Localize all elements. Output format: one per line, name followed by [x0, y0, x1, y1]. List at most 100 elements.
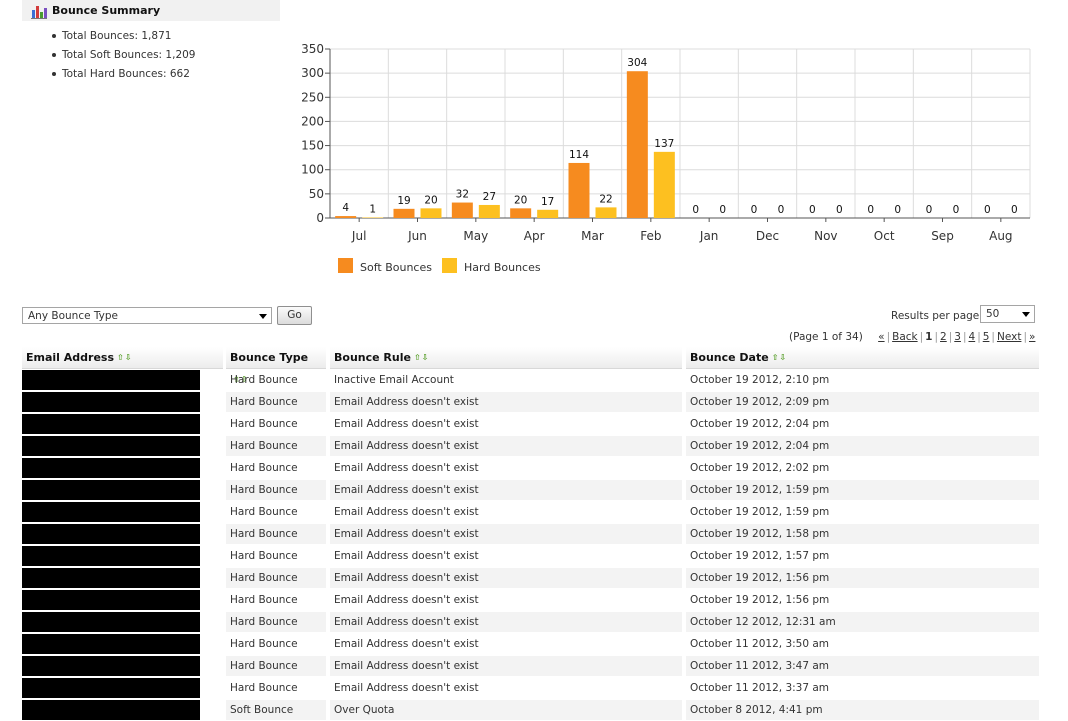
bar-value-label: 0: [778, 204, 785, 216]
bounce-type-cell: Hard Bounce: [226, 656, 326, 676]
bounce-date-cell: October 19 2012, 1:57 pm: [686, 546, 1039, 566]
bounce-rule-cell: Email Address doesn't exist: [330, 524, 682, 544]
back-link[interactable]: Back: [892, 331, 918, 343]
y-tick-label: 50: [309, 187, 324, 201]
email-address-cell-redacted: [22, 458, 200, 478]
page-link-3[interactable]: 3: [954, 331, 961, 343]
bounce-rule-cell: Email Address doesn't exist: [330, 502, 682, 522]
sort-arrows-icon[interactable]: ⇧⇩: [117, 347, 132, 369]
x-tick-label: May: [463, 229, 488, 243]
sort-arrows-icon[interactable]: ⇧⇩: [414, 347, 429, 369]
y-tick-label: 350: [301, 42, 324, 56]
bar-value-label: 0: [809, 204, 816, 216]
bounce-date-cell: October 11 2012, 3:37 am: [686, 678, 1039, 698]
x-tick-label: Jan: [699, 229, 719, 243]
column-header-bounce-type[interactable]: Bounce Type⇧⇩: [226, 347, 326, 369]
bounce-rule-cell: Email Address doesn't exist: [330, 458, 682, 478]
hard-bounce-bar: [654, 152, 675, 218]
bounce-type-cell: Hard Bounce: [226, 568, 326, 588]
bar-value-label: 0: [926, 204, 933, 216]
table-row: Hard BounceEmail Address doesn't existOc…: [22, 567, 1039, 589]
bar-value-label: 27: [483, 191, 496, 203]
hard-bounce-bar: [479, 205, 500, 218]
bounce-type-cell: Hard Bounce: [226, 480, 326, 500]
x-tick-label: Jun: [407, 229, 427, 243]
results-per-page-label: Results per page:: [891, 310, 983, 322]
table-row: Hard BounceEmail Address doesn't existOc…: [22, 523, 1039, 545]
bar-value-label: 0: [984, 204, 991, 216]
soft-bounce-bar: [627, 71, 648, 218]
bounce-date-cell: October 19 2012, 1:56 pm: [686, 568, 1039, 588]
dropdown-arrow-icon: [259, 314, 267, 319]
bounce-summary-header: Bounce Summary: [22, 0, 280, 21]
table-row: Hard BounceEmail Address doesn't existOc…: [22, 611, 1039, 633]
bar-value-label: 304: [627, 57, 647, 69]
x-tick-label: Jul: [351, 229, 366, 243]
email-address-cell-redacted: [22, 546, 200, 566]
column-header-email[interactable]: Email Address⇧⇩: [22, 347, 223, 369]
table-row: Hard BounceEmail Address doesn't existOc…: [22, 435, 1039, 457]
bar-value-label: 0: [692, 204, 699, 216]
x-tick-label: Oct: [874, 229, 895, 243]
first-page-link[interactable]: «: [878, 331, 884, 343]
table-row: Hard BounceEmail Address doesn't existOc…: [22, 413, 1039, 435]
bar-value-label: 0: [719, 204, 726, 216]
page-link-4[interactable]: 4: [969, 331, 976, 343]
bounce-type-cell: Hard Bounce: [226, 392, 326, 412]
last-page-link[interactable]: »: [1029, 331, 1035, 343]
x-tick-label: Nov: [814, 229, 837, 243]
bounce-rule-cell: Email Address doesn't exist: [330, 612, 682, 632]
soft-bounce-bar: [335, 216, 356, 218]
y-tick-label: 250: [301, 90, 324, 104]
page-info: (Page 1 of 34): [789, 331, 863, 343]
bar-value-label: 22: [599, 193, 612, 205]
bar-value-label: 114: [569, 149, 589, 161]
go-button[interactable]: Go: [277, 306, 312, 325]
bounce-type-cell: Hard Bounce: [226, 612, 326, 632]
bounce-rule-cell: Email Address doesn't exist: [330, 414, 682, 434]
column-header-bounce-date[interactable]: Bounce Date⇧⇩: [686, 347, 1039, 369]
bounce-type-cell: Hard Bounce: [226, 678, 326, 698]
soft-bounce-bar: [510, 208, 531, 218]
hard-bounce-bar: [596, 207, 617, 218]
bounce-rule-cell: Email Address doesn't exist: [330, 436, 682, 456]
bounce-date-cell: October 19 2012, 1:59 pm: [686, 502, 1039, 522]
y-tick-label: 100: [301, 163, 324, 177]
email-address-cell-redacted: [22, 502, 200, 522]
table-row: Hard BounceEmail Address doesn't existOc…: [22, 633, 1039, 655]
table-body: Hard BounceInactive Email AccountOctober…: [22, 369, 1039, 721]
table-row: Hard BounceEmail Address doesn't existOc…: [22, 391, 1039, 413]
bounce-date-cell: October 19 2012, 2:04 pm: [686, 436, 1039, 456]
page-link-2[interactable]: 2: [940, 331, 947, 343]
bar-value-label: 32: [456, 189, 469, 201]
hard-bounce-bar: [537, 210, 558, 218]
column-header-bounce-rule[interactable]: Bounce Rule⇧⇩: [330, 347, 682, 369]
bounce-rule-cell: Email Address doesn't exist: [330, 678, 682, 698]
email-address-cell-redacted: [22, 370, 200, 390]
bar-value-label: 137: [654, 138, 674, 150]
results-per-page-select[interactable]: 50: [980, 305, 1035, 323]
bounce-type-select[interactable]: Any Bounce Type: [22, 307, 272, 324]
legend-swatch-soft: [338, 258, 353, 273]
bar-value-label: 0: [953, 204, 960, 216]
summary-stats: Total Bounces: 1,871 Total Soft Bounces:…: [52, 28, 196, 85]
email-address-cell-redacted: [22, 590, 200, 610]
bounce-table: Email Address⇧⇩ Bounce Type⇧⇩ Bounce Rul…: [22, 347, 1039, 721]
soft-bounce-bar: [394, 209, 415, 218]
bar-value-label: 0: [867, 204, 874, 216]
bounce-summary-title: Bounce Summary: [52, 4, 160, 17]
table-row: Hard BounceEmail Address doesn't existOc…: [22, 501, 1039, 523]
next-link[interactable]: Next: [997, 331, 1021, 343]
bar-value-label: 0: [751, 204, 758, 216]
bounce-type-cell: Hard Bounce: [226, 414, 326, 434]
sort-arrows-icon[interactable]: ⇧⇩: [772, 347, 787, 369]
bar-value-label: 0: [894, 204, 901, 216]
bounce-date-cell: October 11 2012, 3:47 am: [686, 656, 1039, 676]
page-link-1[interactable]: 1: [925, 331, 932, 343]
email-address-cell-redacted: [22, 634, 200, 654]
x-tick-label: Dec: [756, 229, 779, 243]
x-tick-label: Sep: [931, 229, 954, 243]
page-link-5[interactable]: 5: [983, 331, 990, 343]
bounce-date-cell: October 19 2012, 2:10 pm: [686, 370, 1039, 390]
x-tick-label: Aug: [989, 229, 1012, 243]
